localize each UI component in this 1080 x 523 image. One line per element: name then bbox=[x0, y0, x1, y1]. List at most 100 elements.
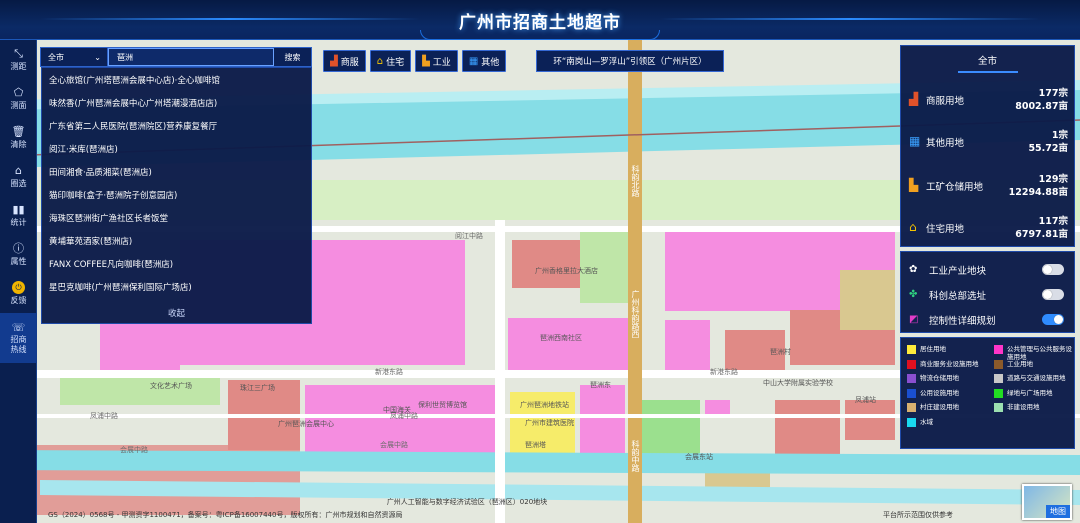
legend-label: 商业服务业设施用地 bbox=[920, 359, 979, 368]
regulatory-plan-icon: ◩ bbox=[909, 314, 919, 325]
search-result-item[interactable]: 星巴克咖啡(广州琶洲保利国际广场店) bbox=[42, 275, 311, 298]
tool-label: 测距 bbox=[10, 62, 27, 71]
stat-area: 12294.88亩 bbox=[1008, 187, 1068, 198]
legend-label: 水域 bbox=[920, 417, 933, 426]
switch-knob bbox=[1043, 290, 1052, 299]
map-label: 新港东路 bbox=[375, 368, 403, 376]
category-other-button[interactable]: ▦ 其他 bbox=[461, 50, 507, 72]
tool-measure-area[interactable]: ⬠ 测面 bbox=[0, 79, 37, 118]
stat-name: 住宅用地 bbox=[926, 224, 965, 235]
legend-item: 非建设用地 bbox=[994, 403, 1074, 418]
tool-feedback[interactable]: ⏻ 反馈 bbox=[0, 274, 37, 313]
tool-properties[interactable]: ⓘ 属性 bbox=[0, 235, 37, 274]
search-result-item[interactable]: 海珠区琶洲街广渔社区长者饭堂 bbox=[42, 206, 311, 229]
legend-swatch bbox=[994, 388, 1003, 398]
map-label: 琶洲东 bbox=[590, 381, 611, 389]
layer-toggles: ✿ 工业产业地块 ✤ 科创总部选址 ◩ 控制性详细规划 bbox=[900, 251, 1075, 333]
map-label: 凤浦站 bbox=[855, 396, 876, 404]
stat-row-commerce[interactable]: ▟ 商服用地 177宗 8002.87亩 bbox=[907, 84, 1070, 114]
tool-label: 招商热线 bbox=[10, 335, 27, 354]
trash-icon: 🗑 bbox=[11, 125, 26, 138]
map-label: 珠江三广场 bbox=[240, 384, 275, 392]
app-header: 广州市招商土地超市 bbox=[0, 0, 1080, 40]
map-label: 广州琶洲地铁站 bbox=[520, 401, 569, 409]
category-commerce-button[interactable]: ▟ 商服 bbox=[323, 50, 366, 72]
switch-knob bbox=[1054, 315, 1063, 324]
switch-knob bbox=[1043, 265, 1052, 274]
category-label: 其他 bbox=[481, 57, 500, 68]
legend-item: 物流仓储用地 bbox=[907, 374, 992, 389]
legend-item: 公共管理与公共服务设施用地 bbox=[994, 345, 1074, 361]
category-label: 住宅 bbox=[386, 57, 405, 68]
tool-circle-select[interactable]: ⌂ 圈选 bbox=[0, 157, 37, 196]
search-button[interactable]: 搜索 bbox=[274, 48, 311, 66]
tool-label: 属性 bbox=[10, 257, 27, 266]
regulatory-plan-switch[interactable] bbox=[1042, 314, 1064, 325]
house-icon: ⌂ bbox=[909, 220, 917, 234]
tab-citywide[interactable]: 全市 bbox=[957, 51, 1018, 73]
map-label: 广州琶洲会展中心 bbox=[278, 420, 334, 428]
search-results: 全心旅馆(广州塔琶洲会展中心店)·全心咖啡馆 味然香(广州琶洲会展中心广州塔潮漫… bbox=[41, 67, 312, 324]
legend-item: 水域 bbox=[907, 417, 992, 433]
legend-item: 绿地与广场用地 bbox=[994, 388, 1074, 404]
search-result-item[interactable]: 味然香(广州琶洲会展中心广州塔潮漫酒店店) bbox=[42, 91, 311, 114]
map-label: 琶洲塔 bbox=[525, 441, 546, 449]
map-parcel-caption: 广州人工智能与数字经济试验区（琶洲区）020地块 bbox=[386, 498, 548, 506]
toggle-label: 工业产业地块 bbox=[929, 265, 987, 277]
map-label: 文化艺术广场 bbox=[150, 382, 192, 390]
search-result-item[interactable]: 黄埔華苑酒家(琶洲店) bbox=[42, 229, 311, 252]
map-label: 阅江中路 bbox=[455, 232, 483, 240]
stat-name: 其他用地 bbox=[926, 138, 965, 149]
tool-statistics[interactable]: ▮▮ 统计 bbox=[0, 196, 37, 235]
legend-label: 公用设施用地 bbox=[920, 388, 959, 397]
stat-count: 117宗 bbox=[1038, 216, 1068, 227]
tool-clear[interactable]: 🗑 清除 bbox=[0, 118, 37, 157]
category-filter: ▟ 商服 ⌂ 住宅 ▙ 工业 ▦ 其他 bbox=[323, 50, 507, 72]
tool-investment-hotline[interactable]: ☏ 招商热线 bbox=[0, 313, 37, 363]
stat-count: 129宗 bbox=[1038, 174, 1068, 185]
page-title: 广州市招商土地超市 bbox=[459, 13, 621, 33]
stat-area: 55.72亩 bbox=[1028, 143, 1068, 154]
tool-label: 统计 bbox=[10, 218, 27, 227]
search-result-item[interactable]: 阅江·米库(琶洲店) bbox=[42, 137, 311, 160]
science-hq-switch[interactable] bbox=[1042, 289, 1064, 300]
city-select[interactable]: 全市 ⌄ bbox=[41, 48, 108, 66]
collapse-button[interactable]: 收起 bbox=[42, 307, 311, 319]
industry-block-switch[interactable] bbox=[1042, 264, 1064, 275]
toggle-label: 控制性详细规划 bbox=[929, 315, 996, 327]
commerce-icon: ▟ bbox=[330, 55, 338, 67]
legend-label: 工业用地 bbox=[1007, 359, 1033, 368]
search-result-item[interactable]: FANX COFFEE凡向咖啡(琶洲店) bbox=[42, 252, 311, 275]
legend-label: 居住用地 bbox=[920, 345, 946, 353]
legend-label: 道路与交通设施用地 bbox=[1007, 374, 1066, 382]
tool-measure-distance[interactable]: ⤡ 测距 bbox=[0, 40, 37, 79]
search-result-item[interactable]: 田间湘食·品质湘菜(琶洲店) bbox=[42, 160, 311, 183]
info-icon: ⓘ bbox=[13, 242, 24, 255]
category-label: 商服 bbox=[340, 57, 359, 68]
legend-swatch bbox=[907, 388, 916, 398]
basemap-switcher[interactable]: 地图 bbox=[1022, 484, 1072, 520]
map-label: 会展中路 bbox=[120, 446, 148, 454]
stat-count: 177宗 bbox=[1038, 88, 1068, 99]
land-stats-panel: 全市 ▟ 商服用地 177宗 8002.87亩 ▦ 其他用地 1宗 55.72亩… bbox=[900, 45, 1075, 247]
chevron-down-icon: ⌄ bbox=[94, 52, 101, 62]
stat-row-other[interactable]: ▦ 其他用地 1宗 55.72亩 bbox=[907, 126, 1070, 156]
stat-row-residential[interactable]: ⌂ 住宅用地 117宗 6797.81亩 bbox=[907, 212, 1070, 242]
search-input[interactable] bbox=[108, 48, 274, 66]
legend-item: 商业服务业设施用地 bbox=[907, 359, 992, 375]
legend-swatch bbox=[907, 417, 916, 427]
circle-select-icon: ⌂ bbox=[15, 164, 22, 177]
category-industrial-button[interactable]: ▙ 工业 bbox=[415, 50, 458, 72]
tool-label: 圈选 bbox=[10, 179, 27, 188]
house-icon: ⌂ bbox=[376, 55, 384, 67]
legend-item: 道路与交通设施用地 bbox=[994, 374, 1074, 389]
category-residential-button[interactable]: ⌂ 住宅 bbox=[369, 50, 412, 72]
tool-label: 清除 bbox=[10, 140, 27, 149]
search-result-item[interactable]: 猫印咖啡(盒子·琶洲院子创意园店) bbox=[42, 183, 311, 206]
ring-area-button[interactable]: 环“南岗山—罗浮山”引领区（广州片区） bbox=[536, 50, 724, 72]
search-result-item[interactable]: 广东省第二人民医院(琶洲院区)营养康复餐厅 bbox=[42, 114, 311, 137]
factory-icon: ▙ bbox=[909, 178, 919, 192]
toggle-row-science-hq: ✤ 科创总部选址 bbox=[901, 282, 1074, 307]
stat-row-industrial[interactable]: ▙ 工矿仓储用地 129宗 12294.88亩 bbox=[907, 170, 1070, 200]
search-result-item[interactable]: 全心旅馆(广州塔琶洲会展中心店)·全心咖啡馆 bbox=[42, 68, 311, 91]
